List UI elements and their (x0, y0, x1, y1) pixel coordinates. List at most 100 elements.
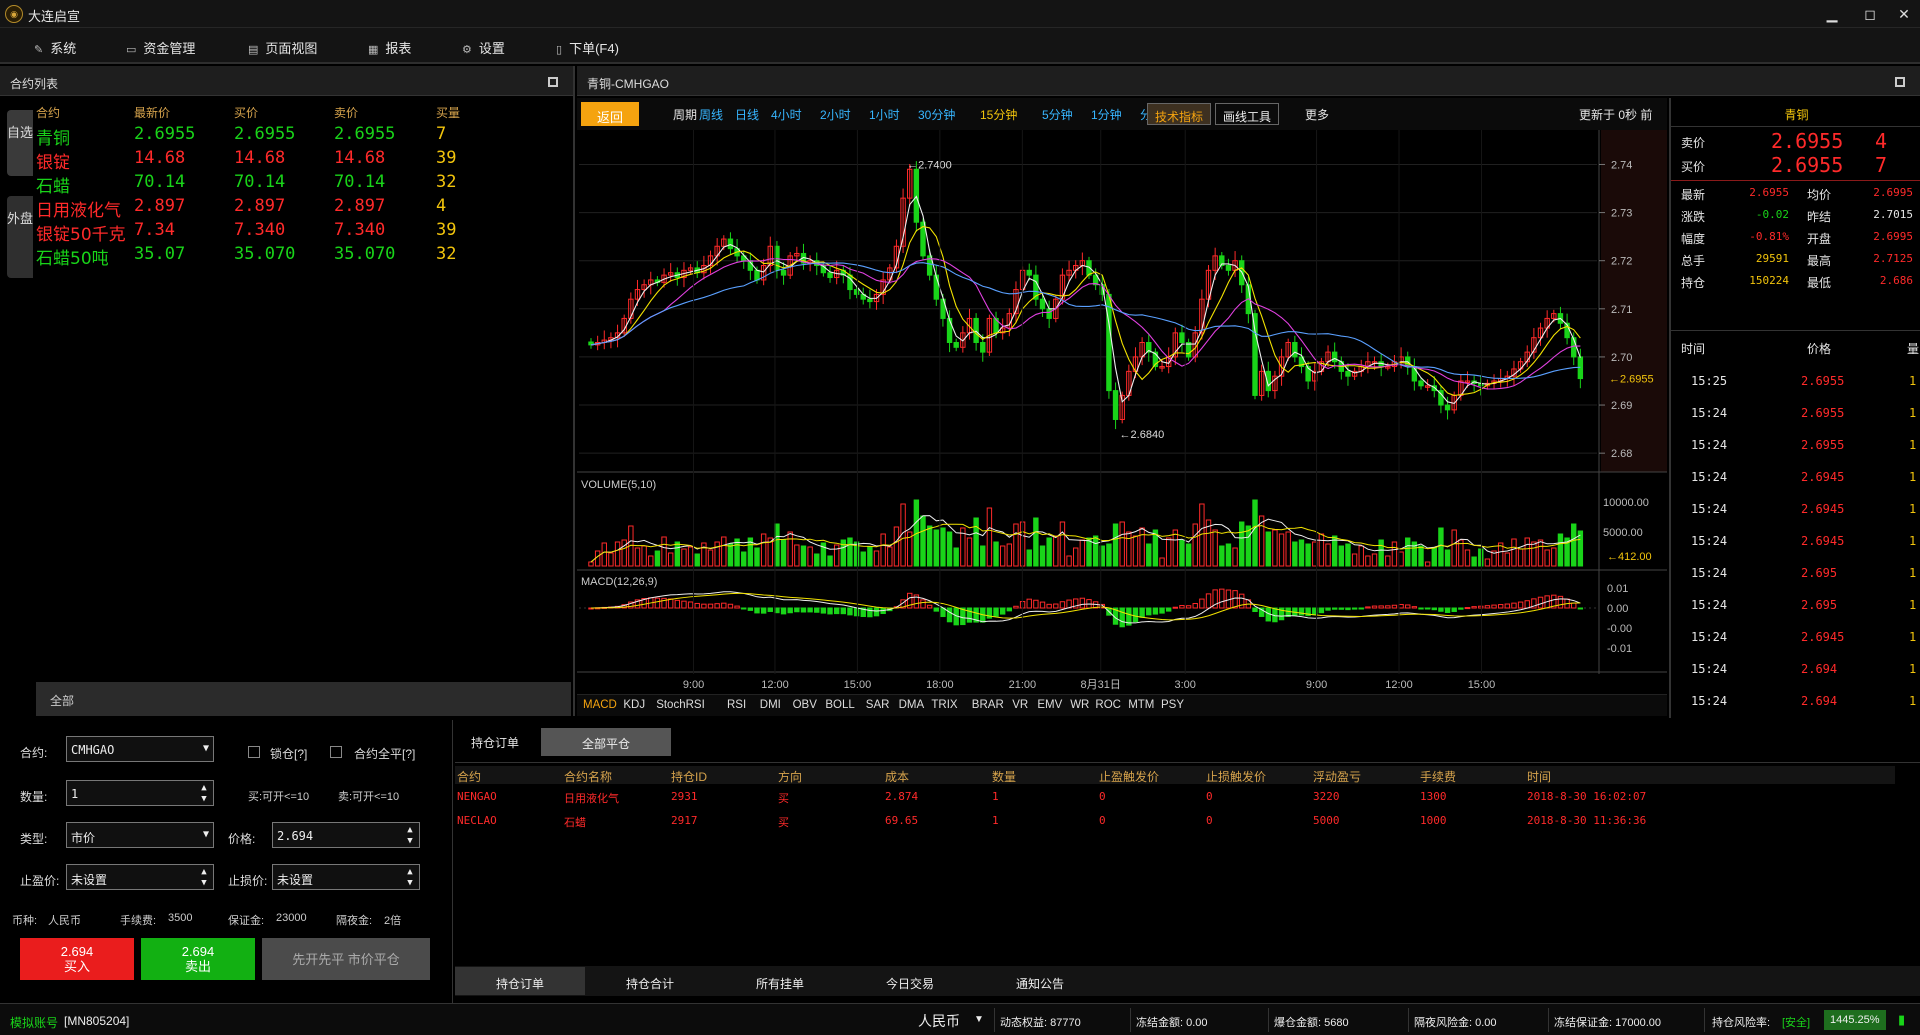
sell-button[interactable]: 2.694 卖出 (141, 938, 255, 980)
menu-system[interactable]: ✎ 系统 (34, 38, 76, 57)
stepper-icon[interactable]: ▲ ▼ (197, 867, 211, 889)
quantity-stepper[interactable]: 1 ▲ ▼ (66, 780, 214, 806)
indicator-roc[interactable]: ROC (1095, 699, 1121, 711)
menu-funds[interactable]: ▭ 资金管理 (126, 38, 195, 57)
bottom-tab-4[interactable]: 通知公告 (975, 967, 1105, 995)
period-1[interactable]: 日线 (735, 106, 759, 123)
take-profit-stepper[interactable]: 未设置 ▲ ▼ (66, 864, 214, 890)
volume-bar (953, 547, 959, 567)
indicator-psy[interactable]: PSY (1161, 699, 1184, 711)
macd-histogram-bar (787, 607, 793, 614)
indicator-mtm[interactable]: MTM (1128, 699, 1154, 711)
close-all-button[interactable]: 全部平仓 (541, 728, 671, 756)
tick-row: 15:25 2.6955 1 (1671, 366, 1920, 398)
maximize-icon[interactable] (548, 77, 558, 87)
volume-bar (827, 555, 833, 567)
indicator-rsi[interactable]: RSI (727, 699, 746, 711)
period-7[interactable]: 5分钟 (1042, 106, 1073, 123)
indicator-obv[interactable]: OBV (793, 699, 817, 711)
indicator-macd[interactable]: MACD (583, 699, 617, 711)
macd-histogram-bar (1464, 607, 1471, 610)
tick-volume: 1 (1909, 598, 1917, 612)
tab-foreign[interactable]: 外盘 (7, 196, 33, 278)
quote-cell: 35.070 (234, 244, 296, 264)
quote-cell: 7.34 (134, 220, 175, 240)
maximize-icon[interactable] (1895, 77, 1905, 87)
maximize-button[interactable]: ◻ (1858, 4, 1882, 24)
sell-price: 2.694 (181, 944, 215, 959)
dropdown-arrow-icon[interactable]: ▼ (974, 1014, 984, 1025)
order-type-select[interactable]: 市价 ▼ (66, 822, 214, 848)
drawing-tools-button[interactable]: 画线工具 (1215, 103, 1279, 125)
market-close-button[interactable]: 先开先平 市价平仓 (262, 938, 430, 980)
position-row[interactable]: NECLAO 石蜡 2917 买 69.65 1 0 0 5000 1000 2018-8-30 1… (455, 810, 1895, 832)
period-2[interactable]: 4小时 (771, 106, 802, 123)
position-column-header: 浮动盈亏 (1313, 770, 1362, 784)
macd-histogram-bar (747, 607, 754, 611)
indicator-brar[interactable]: BRAR (972, 699, 1004, 711)
indicator-emv[interactable]: EMV (1037, 699, 1062, 711)
chart-panel-header: 青铜-CMHGAO (577, 66, 1920, 96)
more-button[interactable]: 更多 (1305, 106, 1329, 123)
indicator-dmi[interactable]: DMI (760, 699, 781, 711)
volume-bar (1046, 537, 1052, 567)
stop-loss-stepper[interactable]: 未设置 ▲ ▼ (272, 864, 420, 890)
close-all-checkbox[interactable] (330, 746, 342, 758)
tab-favorites[interactable]: 自选 (7, 110, 33, 176)
indicator-wr[interactable]: WR (1070, 699, 1089, 711)
quote-row[interactable]: 青铜 2.6955 2.6955 2.6955 7 (36, 124, 571, 149)
bottom-tab-2[interactable]: 所有挂单 (715, 967, 845, 995)
menu-page-view[interactable]: ▤ 页面视图 (248, 38, 317, 57)
tick-time: 15:24 (1691, 502, 1728, 516)
menu-settings[interactable]: ⚙ 设置 (462, 38, 505, 57)
dynamic-equity: 动态权益: 87770 (1000, 1017, 1081, 1029)
low-price-label: ←2.6840 (1120, 429, 1165, 441)
period-5[interactable]: 30分钟 (918, 106, 955, 123)
indicator-kdj[interactable]: KDJ (623, 699, 645, 711)
back-button[interactable]: 返回 (581, 102, 639, 126)
lock-checkbox[interactable] (248, 746, 260, 758)
candlestick-chart[interactable]: 2.74 2.73 2.72 2.71 2.70 2.69 2.68 ←2.7400 ←2.68… (577, 130, 1667, 694)
quote-row[interactable]: 日用液化气 2.897 2.897 2.897 4 (36, 196, 571, 221)
stepper-icon[interactable]: ▲ ▼ (403, 825, 417, 847)
period-6[interactable]: 15分钟 (980, 106, 1017, 123)
volume-bar (1086, 537, 1092, 567)
stepper-icon[interactable]: ▲ ▼ (197, 783, 211, 805)
menu-report[interactable]: ▦ 报表 (368, 38, 411, 57)
indicator-vr[interactable]: VR (1012, 699, 1028, 711)
minimize-button[interactable]: ▁ (1820, 4, 1844, 24)
period-0[interactable]: 周线 (699, 106, 723, 123)
indicator-boll[interactable]: BOLL (825, 699, 854, 711)
bottom-tab-0[interactable]: 持仓订单 (455, 967, 585, 995)
currency-select[interactable]: 人民币 (918, 1011, 960, 1031)
category-all-tab[interactable]: 全部 (36, 682, 571, 716)
close-button[interactable]: ✕ (1892, 4, 1916, 24)
indicator-dma[interactable]: DMA (899, 699, 925, 711)
quote-row[interactable]: 银锭50千克 7.34 7.340 7.340 39 (36, 220, 571, 245)
period-4[interactable]: 1小时 (869, 106, 900, 123)
indicator-stochrsi[interactable]: StochRSI (656, 699, 705, 711)
tick-price: 2.6945 (1801, 502, 1845, 516)
menu-place-order[interactable]: ▯ 下单(F4) (556, 38, 619, 57)
candle-body (727, 238, 734, 250)
quote-row[interactable]: 银锭 14.68 14.68 14.68 39 (36, 148, 571, 173)
candle-body (973, 317, 979, 343)
quote-row[interactable]: 石蜡50吨 35.07 35.070 35.070 32 (36, 244, 571, 269)
positions-tab[interactable]: 持仓订单 (471, 734, 519, 751)
price-stepper[interactable]: 2.694 ▲ ▼ (272, 822, 420, 848)
stepper-icon[interactable]: ▲ ▼ (403, 867, 417, 889)
tech-indicator-button[interactable]: 技术指标 (1147, 103, 1211, 125)
period-3[interactable]: 2小时 (820, 106, 851, 123)
quote-cell: 70.14 (234, 172, 286, 192)
buy-button[interactable]: 2.694 买入 (20, 938, 134, 980)
indicator-sar[interactable]: SAR (866, 699, 890, 711)
macd-histogram-bar (873, 607, 880, 617)
bottom-tab-1[interactable]: 持仓合计 (585, 967, 715, 995)
bottom-tab-3[interactable]: 今日交易 (845, 967, 975, 995)
period-8[interactable]: 1分钟 (1091, 106, 1122, 123)
indicator-trix[interactable]: TRIX (931, 699, 957, 711)
contract-select[interactable]: CMHGAO ▼ (66, 736, 214, 762)
position-cell: 0 (1206, 790, 1213, 803)
quote-row[interactable]: 石蜡 70.14 70.14 70.14 32 (36, 172, 571, 197)
position-row[interactable]: NENGAO 日用液化气 2931 买 2.874 1 0 0 3220 1300 2018-8-3… (455, 786, 1895, 808)
